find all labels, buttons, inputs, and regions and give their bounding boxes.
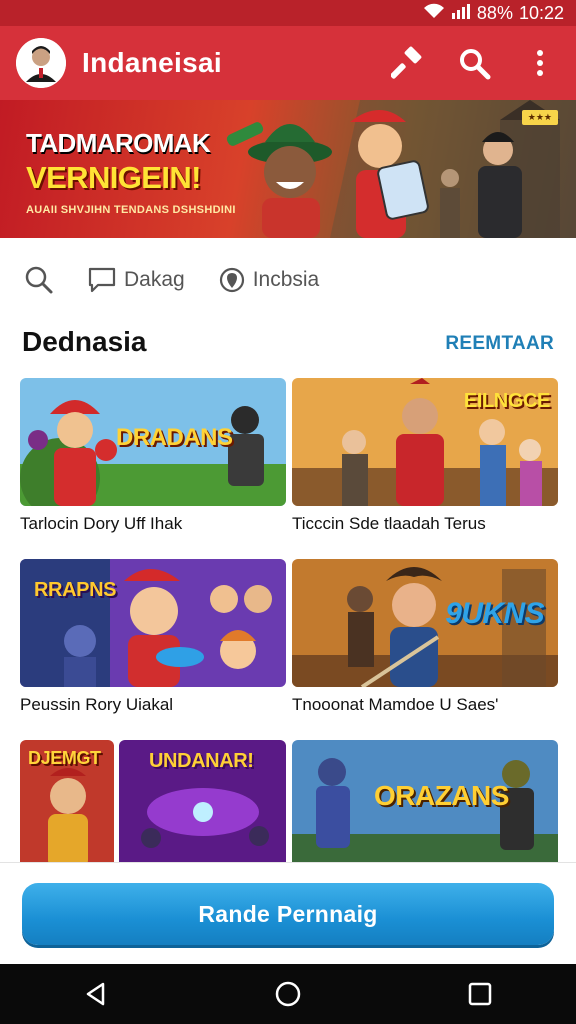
- hero-subheadline: VERNIGEIN!: [26, 160, 201, 195]
- game-title: Ticccin Sde tlaadah Terus: [292, 514, 486, 533]
- section-title: Dednasia: [22, 326, 147, 357]
- chat-icon: [88, 267, 116, 293]
- game-banner-text: DRADANS: [116, 424, 233, 451]
- sub-navigation: Dakag Incbsia: [0, 252, 576, 308]
- recents-icon: [468, 982, 492, 1006]
- home-icon: [275, 981, 301, 1007]
- game-thumbnail: EILNGCE: [292, 378, 558, 506]
- hammer-icon: [391, 46, 422, 79]
- app-bar: Indaneisai: [0, 26, 576, 100]
- game-card[interactable]: RRAPNS Peussin Rory Uiakal: [20, 559, 286, 715]
- app-title: Indaneisai: [82, 47, 222, 78]
- game-thumbnail: ORAZANS: [292, 740, 558, 868]
- overflow-menu-button[interactable]: [520, 43, 560, 83]
- clock: 10:22: [518, 2, 564, 23]
- game-banner-text: ORAZANS: [374, 780, 509, 811]
- subnav-location-label: Incbsia: [252, 268, 320, 291]
- signal-icon: [451, 3, 471, 23]
- home-button[interactable]: [258, 964, 318, 1024]
- primary-cta-button[interactable]: Rande Pernnaig: [22, 883, 554, 945]
- search-button[interactable]: [454, 43, 494, 83]
- avatar[interactable]: [16, 38, 66, 88]
- cta-container: Rande Pernnaig: [0, 862, 576, 964]
- game-card[interactable]: 9UKNS Tnooonat Mamdoe U Saes': [292, 559, 558, 715]
- status-bar: 88% 10:22: [0, 0, 576, 26]
- more-vertical-icon: [537, 50, 543, 76]
- game-title: Peussin Rory Uiakal: [20, 695, 174, 714]
- subnav-location[interactable]: Incbsia: [219, 266, 320, 294]
- subnav-search[interactable]: [24, 265, 54, 295]
- location-icon: [219, 267, 244, 293]
- game-banner-text: EILNGCE: [463, 390, 551, 412]
- game-title: Tarlocin Dory Uff Ihak: [20, 514, 183, 533]
- game-banner-text: RRAPNS: [34, 579, 117, 601]
- game-banner-text: 9UKNS: [445, 597, 544, 630]
- battery-level: 88%: [476, 2, 513, 23]
- hero-caption: AUAII SHVJIHN TENDANS DSHSHDINI: [26, 204, 236, 216]
- game-thumbnail: DJEMGT: [20, 740, 114, 868]
- game-thumbnail: 9UKNS: [292, 559, 558, 687]
- game-card[interactable]: DJEMGT: [20, 740, 114, 868]
- hero-badge: ★★★: [521, 110, 558, 125]
- subnav-chat[interactable]: Dakag: [88, 267, 185, 293]
- game-thumbnail: UNDANAR!: [119, 740, 286, 868]
- subnav-chat-label: Dakag: [124, 268, 185, 291]
- game-title: Tnooonat Mamdoe U Saes': [292, 695, 499, 714]
- game-banner-text: UNDANAR!: [149, 750, 254, 772]
- search-icon: [25, 266, 53, 294]
- wifi-icon: [423, 3, 445, 23]
- game-banner-text: DJEMGT: [28, 748, 101, 768]
- hero-banner[interactable]: ★★★ TADMAROMAK VERNIGEIN! AUAII SHVJIHN …: [0, 100, 576, 238]
- hammer-button[interactable]: [388, 43, 428, 83]
- back-button[interactable]: [66, 964, 126, 1024]
- game-card[interactable]: ORAZANS: [292, 740, 558, 868]
- hero-headline: TADMAROMAK: [26, 128, 211, 158]
- avatar-image: [16, 38, 66, 88]
- see-all-link[interactable]: REEMTAAR: [445, 333, 554, 355]
- search-icon: [460, 49, 491, 80]
- game-thumbnail: RRAPNS: [20, 559, 286, 687]
- game-card[interactable]: DRADANS Tarlocin Dory Uff Ihak: [20, 378, 286, 534]
- game-card[interactable]: UNDANAR!: [119, 740, 286, 868]
- system-navigation-bar: [0, 964, 576, 1024]
- back-icon: [86, 982, 105, 1006]
- recents-button[interactable]: [450, 964, 510, 1024]
- game-card[interactable]: EILNGCE Ticccin Sde tlaadah Terus: [292, 378, 558, 534]
- game-thumbnail: DRADANS: [20, 378, 286, 506]
